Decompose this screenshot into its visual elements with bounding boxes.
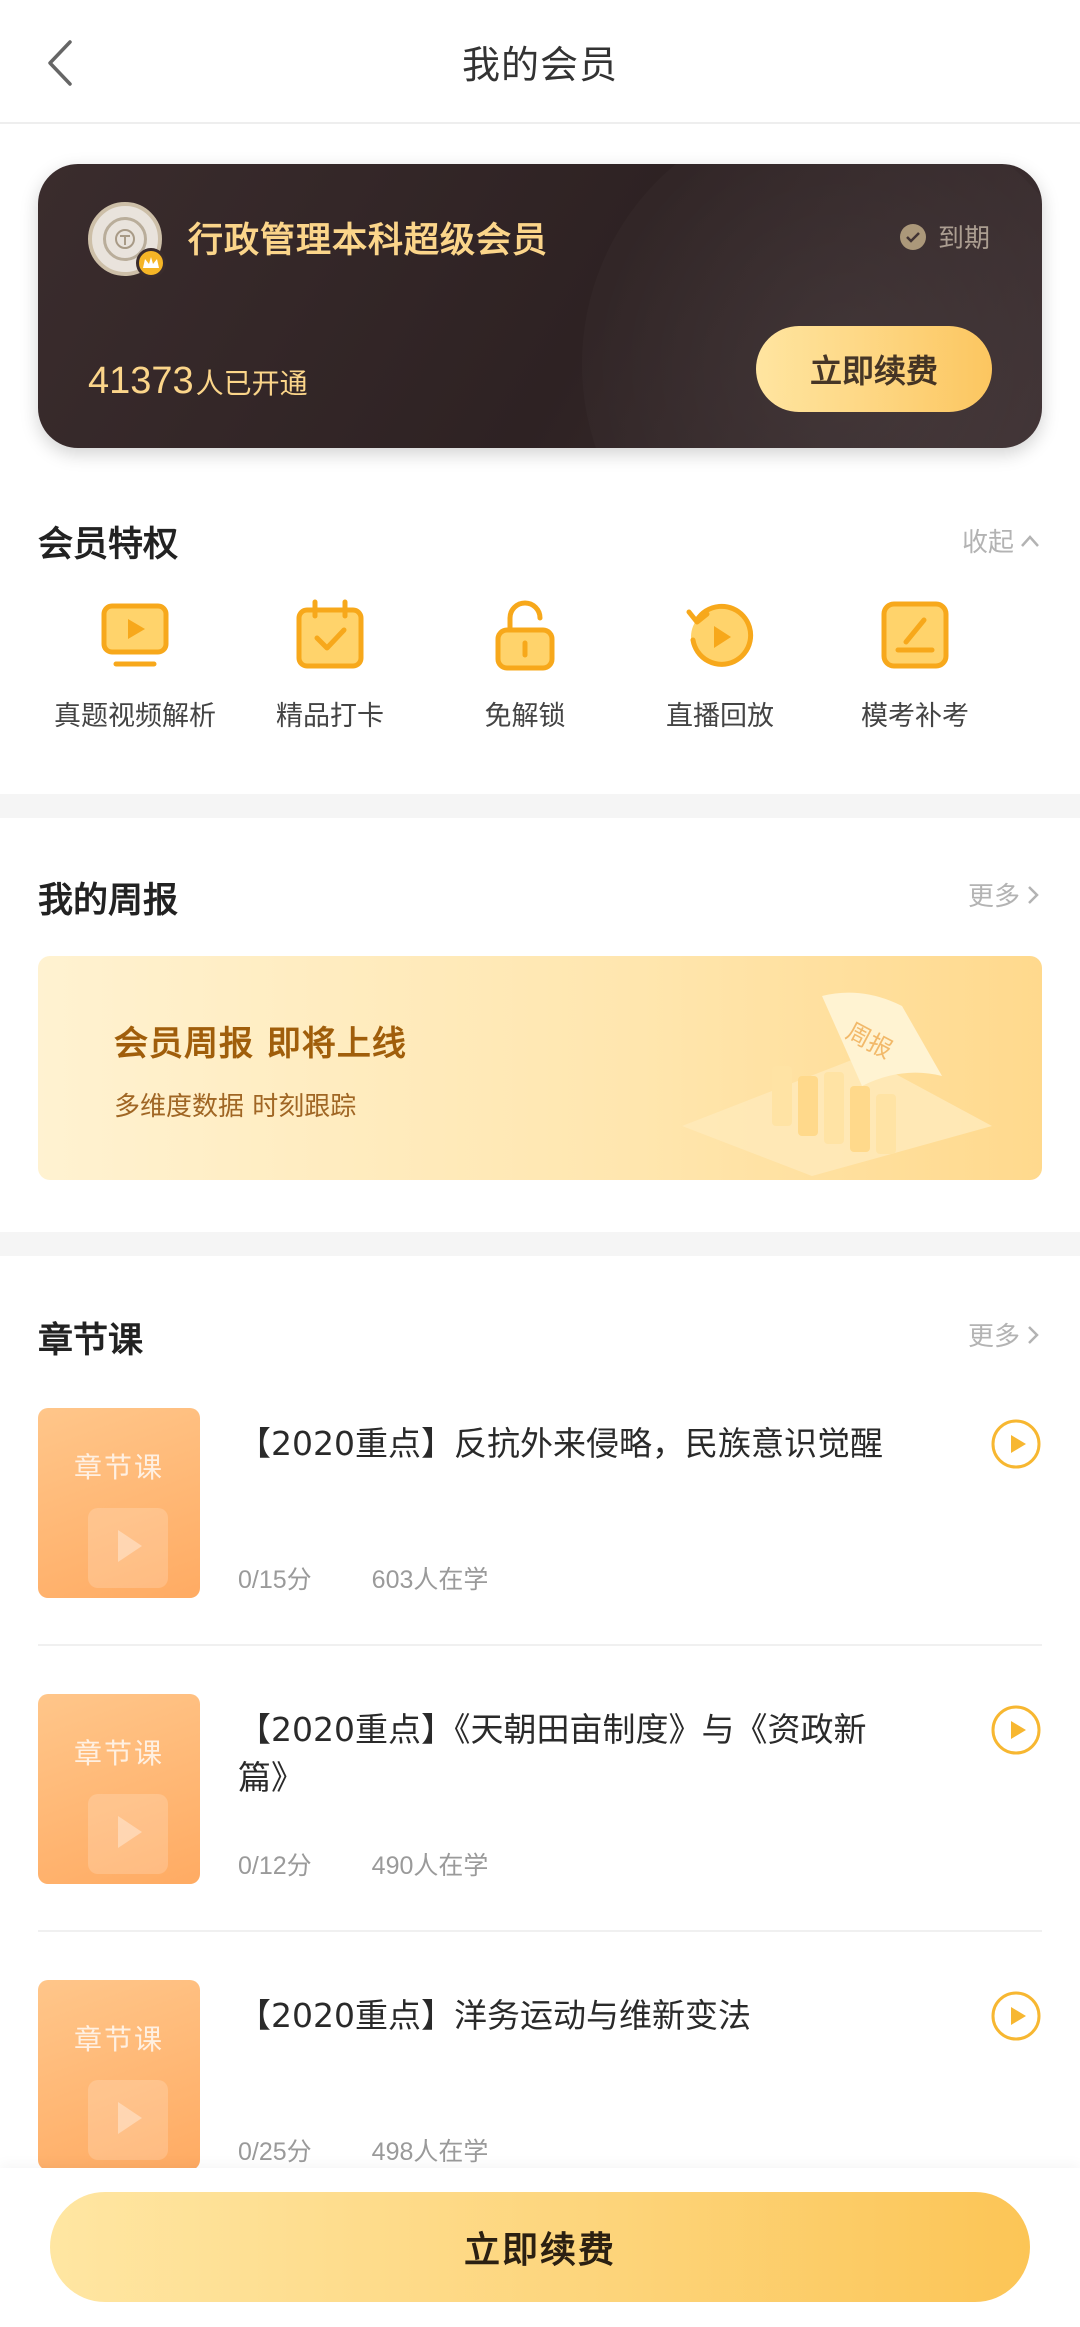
list-divider bbox=[38, 1644, 1042, 1646]
check-circle-icon bbox=[899, 223, 926, 250]
edit-note-icon bbox=[878, 598, 952, 672]
more-label: 更多 bbox=[967, 882, 1020, 912]
course-title: 【2020重点】《天朝田亩制度》与《资政新篇》 bbox=[238, 1710, 867, 1797]
chevron-right-icon bbox=[1028, 885, 1039, 904]
renew-button-bottom[interactable]: 立即续费 bbox=[50, 2192, 1030, 2302]
partial-icon bbox=[1073, 598, 1080, 672]
course-item[interactable]: 章节课 【2020重点】《天朝田亩制度》与《资政新篇》 0/12分 490人在学 bbox=[38, 1694, 1042, 1934]
top-nav-bar: 我的会员 bbox=[0, 0, 1080, 124]
thumb-label: 章节课 bbox=[73, 2023, 164, 2056]
play-circle-icon[interactable] bbox=[990, 1704, 1042, 1756]
member-card: 行政管理本科超级会员 到期 41373 人已开通 立即续费 bbox=[38, 164, 1042, 448]
course-thumbnail: 章节课 bbox=[38, 1408, 200, 1598]
calendar-check-icon bbox=[293, 598, 367, 672]
course-item[interactable]: 章节课 【2020重点】反抗外来侵略，民族意识觉醒 0/15分 603人在学 bbox=[38, 1408, 1042, 1648]
course-title: 【2020重点】反抗外来侵略，民族意识觉醒 bbox=[238, 1424, 883, 1463]
privilege-item-checkin[interactable]: 精品打卡 bbox=[230, 598, 430, 733]
member-avatar bbox=[88, 202, 166, 278]
page-title: 我的会员 bbox=[461, 43, 618, 87]
privileges-title: 会员特权 bbox=[38, 525, 179, 565]
course-meta: 0/25分 498人在学 bbox=[238, 2132, 488, 2168]
chevron-up-icon bbox=[1021, 534, 1039, 547]
privilege-label: 真题视频解析 bbox=[54, 701, 216, 732]
course-progress: 0/12分 bbox=[238, 1852, 312, 1880]
thumb-label: 章节课 bbox=[73, 1451, 164, 1484]
course-thumbnail: 章节课 bbox=[38, 1694, 200, 1884]
courses-title: 章节课 bbox=[38, 1321, 144, 1361]
weekly-banner-title: 会员周报 即将上线 bbox=[114, 1024, 407, 1064]
privilege-item-exam[interactable]: 模考补考 bbox=[815, 598, 1015, 733]
crown-icon bbox=[136, 248, 166, 278]
weekly-title: 我的周报 bbox=[38, 881, 179, 921]
video-screen-icon bbox=[98, 598, 172, 672]
expire-status: 到期 bbox=[899, 218, 990, 255]
member-count-number: 41373 bbox=[88, 360, 194, 402]
privilege-item-partial[interactable]: 无 bbox=[1010, 598, 1080, 733]
privilege-item-unlock[interactable]: 免解锁 bbox=[425, 598, 625, 733]
unlock-icon bbox=[488, 598, 562, 672]
course-thumbnail: 章节课 bbox=[38, 1980, 200, 2170]
bottom-action-bar: 立即续费 bbox=[0, 2168, 1080, 2327]
privileges-list: 真题视频解析 精品打卡 免解锁 直播回放 模考补考 bbox=[0, 598, 1080, 748]
courses-more-link[interactable]: 更多 bbox=[968, 1316, 1040, 1353]
course-title: 【2020重点】洋务运动与维新变法 bbox=[238, 1996, 751, 2035]
play-circle-icon[interactable] bbox=[990, 1418, 1042, 1470]
member-count-suffix: 人已开通 bbox=[195, 367, 308, 400]
privilege-label: 精品打卡 bbox=[276, 701, 384, 732]
course-learners: 490人在学 bbox=[371, 1852, 489, 1880]
weekly-report-banner[interactable]: 会员周报 即将上线 多维度数据 时刻跟踪 周报 bbox=[38, 956, 1042, 1180]
privilege-label: 免解锁 bbox=[484, 701, 566, 732]
play-circle-icon[interactable] bbox=[990, 1990, 1042, 2042]
play-doc-icon bbox=[88, 2080, 168, 2160]
privilege-label: 无 bbox=[1010, 694, 1080, 733]
weekly-more-link[interactable]: 更多 bbox=[968, 876, 1040, 913]
collapse-button[interactable]: 收起 bbox=[962, 522, 1040, 559]
more-label: 更多 bbox=[967, 1322, 1020, 1352]
renew-button-card[interactable]: 立即续费 bbox=[756, 326, 992, 412]
privilege-item-video[interactable]: 真题视频解析 bbox=[35, 598, 235, 733]
course-learners: 603人在学 bbox=[371, 1566, 489, 1594]
privilege-item-replay[interactable]: 直播回放 bbox=[620, 598, 820, 733]
chevron-right-icon bbox=[1028, 1325, 1039, 1344]
member-count: 41373 人已开通 bbox=[88, 360, 308, 403]
thumb-label: 章节课 bbox=[73, 1737, 164, 1770]
privilege-label: 直播回放 bbox=[666, 701, 774, 732]
course-meta: 0/12分 490人在学 bbox=[238, 1846, 488, 1882]
expire-label: 到期 bbox=[937, 224, 990, 254]
collapse-label: 收起 bbox=[961, 528, 1014, 558]
course-progress: 0/15分 bbox=[238, 1566, 312, 1594]
section-divider bbox=[0, 1232, 1080, 1256]
play-doc-icon bbox=[88, 1794, 168, 1874]
course-progress: 0/25分 bbox=[238, 2138, 312, 2166]
report-illustration-icon: 周报 bbox=[682, 992, 992, 1176]
course-meta: 0/15分 603人在学 bbox=[238, 1560, 488, 1596]
privilege-label: 模考补考 bbox=[861, 701, 969, 732]
weekly-banner-subtitle: 多维度数据 时刻跟踪 bbox=[114, 1092, 357, 1122]
section-divider bbox=[0, 794, 1080, 818]
membership-title: 行政管理本科超级会员 bbox=[188, 221, 549, 261]
replay-icon bbox=[683, 598, 757, 672]
list-divider bbox=[38, 1930, 1042, 1932]
course-learners: 498人在学 bbox=[371, 2138, 489, 2166]
play-doc-icon bbox=[88, 1508, 168, 1588]
